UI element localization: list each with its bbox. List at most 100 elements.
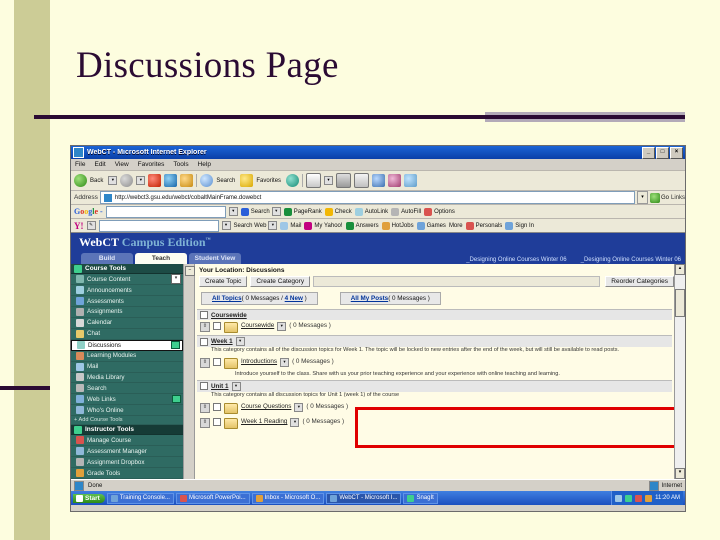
category-row[interactable]: Week 1 ▾ — [197, 335, 672, 347]
yahoo-pencil-icon[interactable]: ✎ — [86, 221, 96, 230]
page-scrollbar[interactable]: ▴ ▾ — [674, 264, 685, 479]
yahoo-answers[interactable]: Answers — [345, 221, 379, 230]
category-menu-icon[interactable]: ▾ — [231, 381, 241, 391]
close-button[interactable]: × — [670, 146, 683, 159]
minimize-button[interactable]: _ — [642, 146, 655, 159]
topic-row[interactable]: ⇳ Coursewide ▾ ( 0 Messages ) — [197, 320, 672, 335]
forward-icon[interactable] — [120, 174, 134, 187]
yahoo-signin[interactable]: Sign In — [505, 221, 534, 230]
menu-view[interactable]: View — [115, 161, 129, 168]
search-label[interactable]: Search — [216, 178, 235, 184]
all-topics-new-link[interactable]: 4 New — [285, 295, 303, 302]
sidebar-item-learning-modules[interactable]: Learning Modules — [71, 351, 183, 362]
topic-checkbox[interactable] — [213, 417, 221, 426]
back-label[interactable]: Back — [90, 178, 103, 184]
yahoo-more[interactable]: More — [449, 223, 463, 229]
tray-icon-1[interactable] — [615, 494, 623, 502]
refresh-icon[interactable] — [164, 174, 178, 187]
edit-icon[interactable] — [354, 173, 370, 188]
reorder-handle-icon[interactable]: ⇳ — [200, 417, 210, 428]
create-category-button[interactable]: Create Category — [250, 276, 311, 287]
topic-name[interactable]: Coursewide — [241, 322, 274, 329]
tab-student-view[interactable]: Student View — [189, 253, 241, 264]
all-topics-link[interactable]: All Topics — [212, 295, 242, 302]
scroll-down-button[interactable]: ▾ — [675, 468, 685, 479]
sidebar-item-search[interactable]: Search — [71, 383, 183, 395]
breadcrumb-item-1[interactable]: _Designing Online Courses Winter 06 — [466, 257, 566, 263]
yahoo-games[interactable]: Games — [416, 221, 446, 230]
yahoo-search-button[interactable]: Search Web ▾ — [234, 221, 278, 230]
stop-icon[interactable] — [148, 174, 162, 187]
reorder-handle-icon[interactable]: ⇳ — [200, 357, 210, 368]
forward-dropdown-icon[interactable]: ▾ — [136, 176, 146, 185]
taskbar-item-active[interactable]: WebCT - Microsoft I... — [326, 492, 402, 504]
topic-row[interactable]: ⇳ Introductions ▾ ( 0 Messages ) — [197, 355, 672, 371]
links-label[interactable]: Links — [671, 195, 685, 201]
sidebar-item-whos-online[interactable]: Who's Online — [71, 405, 183, 417]
sidebar-item-assessment-manager[interactable]: Assessment Manager — [71, 446, 183, 458]
all-my-posts-cell[interactable]: All My Posts( 0 Messages ) — [339, 292, 441, 305]
address-input[interactable]: http://webct3.gsu.edu/webct/cobaltMainFr… — [99, 191, 635, 204]
google-history-dropdown-icon[interactable]: ▾ — [228, 207, 238, 216]
yahoo-search-input[interactable] — [98, 219, 219, 232]
category-checkbox[interactable] — [200, 311, 208, 319]
menu-tools[interactable]: Tools — [173, 161, 188, 168]
scrollbar-thumb[interactable] — [675, 289, 685, 317]
google-pagerank[interactable]: PageRank — [283, 207, 322, 216]
start-button[interactable]: Start — [73, 493, 105, 503]
google-search-input[interactable] — [105, 205, 226, 218]
tab-teach[interactable]: Teach — [135, 253, 187, 264]
topic-name[interactable]: Week 1 Reading — [241, 418, 287, 425]
sidebar-item-web-links[interactable]: Web Links — [71, 394, 183, 406]
mail-icon[interactable] — [306, 173, 322, 188]
sidebar-item-discussions[interactable]: Discussions — [71, 339, 183, 351]
yahoo-hotjobs[interactable]: HotJobs — [381, 221, 414, 230]
taskbar-clock[interactable]: 11:20 AM — [655, 495, 680, 501]
sidebar-item-assignment-dropbox[interactable]: Assignment Dropbox — [71, 457, 183, 469]
reorder-handle-icon[interactable]: ⇳ — [200, 402, 210, 413]
add-course-tools-link[interactable]: + Add Course Tools — [71, 416, 183, 426]
sidebar-item-assessments[interactable]: Assessments — [71, 296, 183, 308]
research-icon[interactable] — [404, 174, 418, 187]
menu-edit[interactable]: Edit — [94, 161, 105, 168]
category-name[interactable]: Unit 1 — [211, 383, 229, 390]
topic-menu-icon[interactable]: ▾ — [277, 322, 287, 331]
reorder-handle-icon[interactable]: ⇳ — [200, 322, 210, 332]
taskbar-item[interactable]: Microsoft PowerPoi... — [175, 492, 250, 504]
sidebar-item-calendar[interactable]: Calendar — [71, 318, 183, 329]
breadcrumb-item-2[interactable]: _Designing Online Courses Winter 06 — [581, 257, 681, 263]
print-icon[interactable] — [336, 173, 352, 188]
mail-dropdown-icon[interactable]: ▾ — [324, 176, 334, 185]
history-icon[interactable] — [286, 174, 300, 187]
scroll-up-button[interactable]: ▴ — [675, 264, 685, 275]
yahoo-personals[interactable]: Personals — [465, 221, 502, 230]
topic-name[interactable]: Introductions — [241, 358, 277, 365]
menu-favorites[interactable]: Favorites — [138, 161, 165, 168]
google-check[interactable]: Check — [324, 207, 352, 216]
category-row[interactable]: Coursewide — [197, 309, 672, 320]
taskbar-item[interactable]: SnagIt — [403, 492, 438, 504]
topic-menu-icon[interactable]: ▾ — [294, 402, 304, 412]
create-topic-button[interactable]: Create Topic — [199, 276, 248, 287]
category-name[interactable]: Coursewide — [211, 312, 247, 319]
topic-name[interactable]: Course Questions — [241, 403, 291, 410]
search-icon[interactable] — [200, 174, 214, 187]
sidebar-item-chat[interactable]: Chat — [71, 329, 183, 340]
all-topics-cell[interactable]: All Topics( 0 Messages / 4 New ) — [201, 292, 318, 305]
home-icon[interactable] — [180, 174, 194, 187]
tray-icon-3[interactable] — [635, 494, 643, 502]
address-dropdown-icon[interactable]: ▾ — [636, 191, 648, 204]
menu-file[interactable]: File — [75, 161, 85, 168]
google-search-button[interactable]: Search ▾ — [240, 207, 281, 216]
tray-icon-4[interactable] — [645, 494, 653, 502]
tray-icon-2[interactable] — [625, 494, 633, 502]
sidebar-item-announcements[interactable]: Announcements — [71, 285, 183, 297]
tab-build[interactable]: Build — [81, 253, 133, 264]
sidebar-item-mail[interactable]: Mail — [71, 362, 183, 373]
yahoo-mail[interactable]: Mail — [280, 221, 301, 230]
google-options[interactable]: Options — [424, 207, 455, 216]
topic-checkbox[interactable] — [213, 402, 221, 411]
category-name[interactable]: Week 1 — [211, 338, 233, 345]
sidebar-item-course-content[interactable]: Course Content ▾ — [71, 274, 183, 286]
yahoo-history-dropdown-icon[interactable]: ▾ — [221, 221, 231, 230]
